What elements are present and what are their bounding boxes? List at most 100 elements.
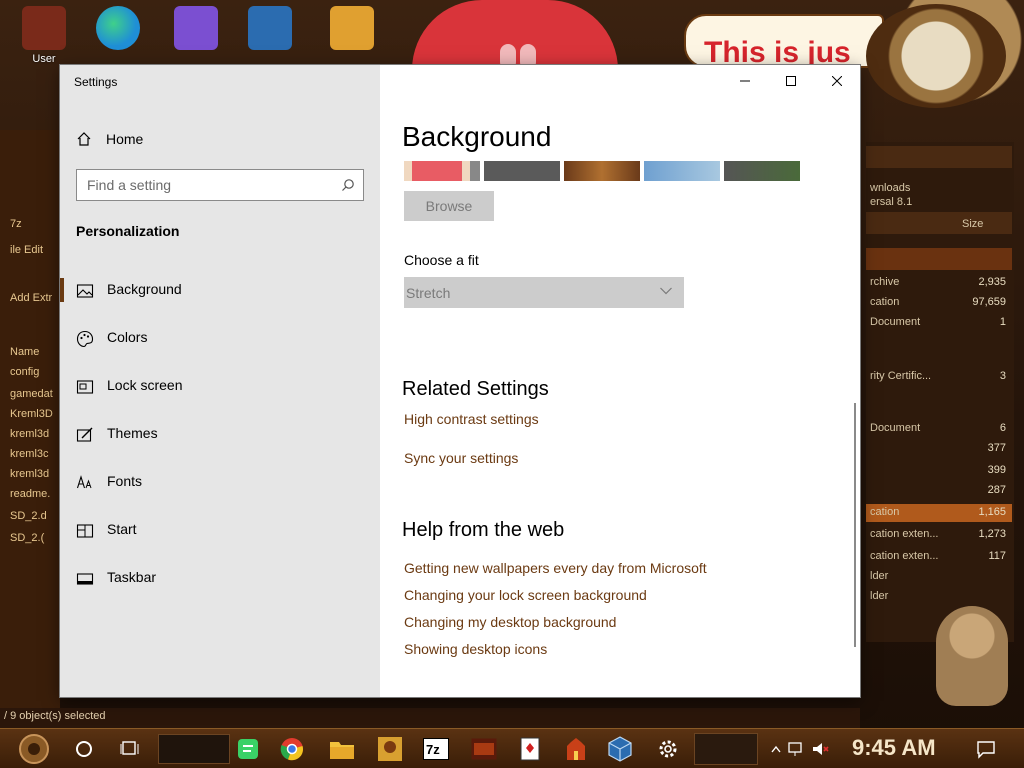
content-scrollbar[interactable]: [854, 403, 856, 647]
desktop-banner: This is jus: [684, 14, 884, 68]
minimize-button[interactable]: [722, 65, 768, 97]
details-row-name: Document: [870, 316, 921, 328]
game-character-icon[interactable]: [374, 733, 406, 765]
choose-fit-dropdown[interactable]: Stretch: [404, 277, 684, 308]
background-explorer-details: wnloads ersal 8.1 Size rchive 2,935 cation…: [866, 142, 1014, 642]
explorer-row: Kreml3D: [10, 408, 53, 420]
7zip-icon[interactable]: 7z: [420, 733, 452, 765]
nav-label: Start: [107, 521, 137, 537]
home-nav-item[interactable]: Home: [76, 129, 143, 149]
help-link-desktop-icons[interactable]: Showing desktop icons: [404, 641, 547, 657]
taskbar: 7z 9:45 AM: [0, 728, 1024, 768]
castle-game-icon[interactable]: [560, 733, 592, 765]
details-row-size: 2,935: [978, 276, 1006, 288]
virtualbox-icon[interactable]: [604, 733, 636, 765]
virtualbox-icon[interactable]: [240, 6, 300, 68]
picture-icon: [76, 284, 94, 298]
maximize-button[interactable]: [768, 65, 814, 97]
explorer-status-bar: / 9 object(s) selected: [0, 708, 860, 728]
explorer-row: gamedat: [10, 388, 53, 400]
nav-item-lock-screen[interactable]: Lock screen: [60, 366, 380, 406]
close-button[interactable]: [814, 65, 860, 97]
window-title: Settings: [74, 75, 118, 89]
recent-picture-1[interactable]: [404, 161, 480, 181]
details-row-size: 1: [999, 316, 1006, 328]
nav-item-fonts[interactable]: Fonts: [60, 462, 380, 502]
nav-item-background[interactable]: Background: [60, 270, 380, 310]
details-row-name: rity Certific...: [870, 370, 932, 382]
desktop-icon-label: User: [32, 53, 56, 65]
taskbar-window-preview[interactable]: [694, 733, 758, 765]
nav-item-colors[interactable]: Colors: [60, 318, 380, 358]
fit-value: Stretch: [406, 285, 451, 301]
recent-picture-4[interactable]: [644, 161, 720, 181]
help-link-lock-screen[interactable]: Changing your lock screen background: [404, 587, 647, 603]
chevron-down-icon: [660, 287, 672, 295]
hex-editor-glyph: [330, 6, 374, 50]
card-game-icon[interactable]: [514, 733, 546, 765]
explorer-row: Add Extr: [10, 292, 53, 304]
notes-app-icon[interactable]: [232, 733, 264, 765]
taskbar-search-box[interactable]: [158, 734, 230, 764]
details-row-size: 377: [987, 442, 1006, 454]
user-folder-icon[interactable]: User: [14, 6, 74, 68]
minimize-icon: [740, 80, 750, 82]
start-gear-icon[interactable]: [18, 733, 50, 765]
visual-studio-glyph: [174, 6, 218, 50]
maximize-icon: [786, 76, 796, 86]
hex-editor-icon[interactable]: [322, 6, 382, 68]
visual-studio-icon[interactable]: [166, 6, 226, 68]
search-icon[interactable]: [341, 178, 355, 192]
search-input[interactable]: [87, 177, 337, 193]
network-icon[interactable]: [786, 733, 808, 765]
help-link-desktop-background[interactable]: Changing my desktop background: [404, 614, 616, 630]
details-header-sub: ersal 8.1: [870, 196, 913, 208]
details-row-size: 6: [999, 422, 1006, 434]
settings-sidebar: Settings Home Personalization Background: [60, 65, 380, 697]
details-row-name: lder: [870, 590, 889, 602]
virtualbox-glyph: [248, 6, 292, 50]
browse-button[interactable]: Browse: [404, 191, 494, 221]
volume-muted-icon[interactable]: [810, 733, 832, 765]
details-row-name: rchive: [870, 276, 900, 288]
chrome-icon[interactable]: [276, 733, 308, 765]
file-explorer-icon[interactable]: [326, 733, 358, 765]
help-link-wallpapers[interactable]: Getting new wallpapers every day from Mi…: [404, 560, 707, 576]
palette-icon: [76, 330, 94, 348]
taskbar-clock[interactable]: 9:45 AM: [852, 735, 936, 761]
details-row-size: 1,165: [978, 506, 1006, 518]
details-row-size: 97,659: [972, 296, 1006, 308]
explorer-row: kreml3d: [10, 468, 50, 480]
steampunk-clock-icon: [866, 4, 1006, 108]
details-row-size: 287: [987, 484, 1006, 496]
sync-settings-link[interactable]: Sync your settings: [404, 450, 518, 466]
details-row-name: lder: [870, 570, 889, 582]
size-column-header: Size: [962, 218, 984, 230]
settings-window: Settings Home Personalization Background: [60, 65, 860, 697]
show-hidden-icons-chevron[interactable]: [770, 733, 782, 765]
window-controls: [722, 65, 860, 97]
notification-center-icon[interactable]: [970, 733, 1002, 765]
details-row-size: 399: [987, 464, 1006, 476]
home-label: Home: [106, 131, 144, 147]
explorer-row: config: [10, 366, 40, 378]
find-setting-search[interactable]: [76, 169, 364, 201]
task-view-icon[interactable]: [114, 733, 146, 765]
recent-picture-3[interactable]: [564, 161, 640, 181]
help-heading: Help from the web: [402, 519, 565, 541]
details-row-size: 3: [999, 370, 1006, 382]
recent-picture-2[interactable]: [484, 161, 560, 181]
details-row-size: 1,273: [978, 528, 1006, 540]
settings-gear-icon[interactable]: [652, 733, 684, 765]
nav-item-taskbar[interactable]: Taskbar: [60, 558, 380, 598]
home-icon: [77, 132, 91, 146]
nav-item-start[interactable]: Start: [60, 510, 380, 550]
recent-picture-5[interactable]: [724, 161, 800, 181]
nav-item-themes[interactable]: Themes: [60, 414, 380, 454]
nav-label: Colors: [107, 329, 148, 345]
high-contrast-link[interactable]: High contrast settings: [404, 411, 539, 427]
lock-screen-icon: [76, 380, 94, 394]
game-app-icon[interactable]: [468, 733, 500, 765]
cortana-circle-icon[interactable]: [68, 733, 100, 765]
edge-browser-icon[interactable]: [88, 6, 148, 68]
